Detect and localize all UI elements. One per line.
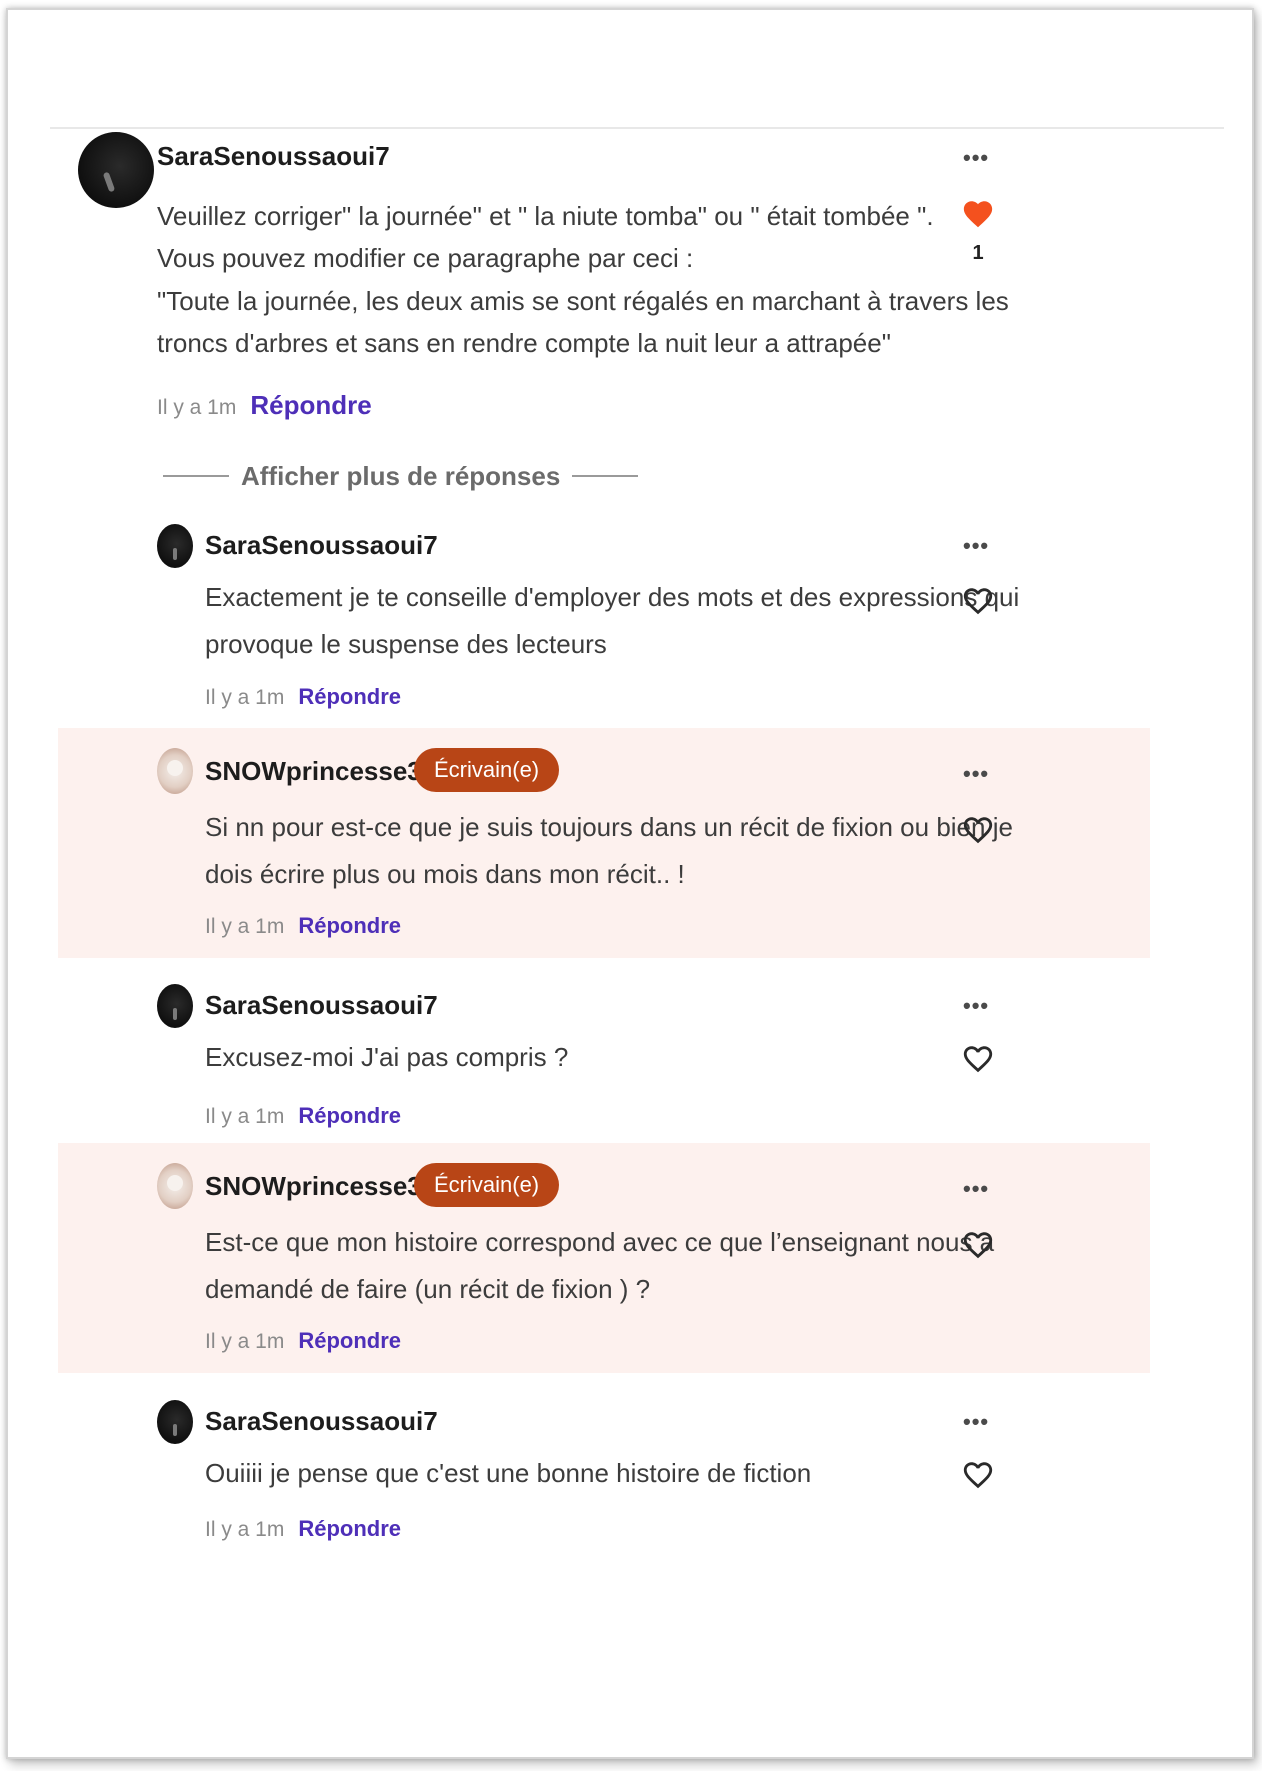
comment-meta: Il y a 1m Répondre <box>205 684 401 710</box>
heart-outline-icon[interactable] <box>961 1458 995 1492</box>
comment-meta: Il y a 1m Répondre <box>205 1328 401 1354</box>
comment-meta: Il y a 1m Répondre <box>157 390 372 421</box>
comment-username[interactable]: SaraSenoussaoui7 <box>205 990 438 1021</box>
reply-comment: SaraSenoussaoui7 ••• Ouiiii je pense que… <box>8 1376 1252 1556</box>
heart-outline-icon[interactable] <box>961 1228 995 1262</box>
like-count: 1 <box>972 242 984 264</box>
divider-line <box>572 475 639 477</box>
heart-outline-icon[interactable] <box>961 813 995 847</box>
comment-text-line: troncs d'arbres et sans en rendre compte… <box>157 328 891 358</box>
comment-username[interactable]: SaraSenoussaoui7 <box>157 141 390 172</box>
comment-text: Exactement je te conseille d'employer de… <box>205 582 1020 659</box>
show-more-replies[interactable]: Afficher plus de réponses <box>163 456 639 496</box>
reply-comment: SNOWprincesse360 Écrivain(e) ••• Si nn p… <box>58 728 1150 958</box>
reply-comment: SNOWprincesse360 Écrivain(e) ••• Est-ce … <box>58 1143 1150 1373</box>
writer-badge: Écrivain(e) <box>414 748 560 792</box>
more-options-icon[interactable]: ••• <box>963 1176 989 1202</box>
reply-button[interactable]: Répondre <box>298 1103 401 1128</box>
divider <box>50 127 1224 129</box>
comment-text-line: "Toute la journée, les deux amis se sont… <box>157 286 1009 316</box>
comment-text-line: Vous pouvez modifier ce paragraphe par c… <box>157 243 694 273</box>
timestamp: Il y a 1m <box>205 686 285 709</box>
comment-text: Ouiiii je pense que c'est une bonne hist… <box>205 1458 812 1488</box>
heart-filled-icon[interactable] <box>961 197 995 231</box>
more-options-icon[interactable]: ••• <box>963 993 989 1019</box>
more-options-icon[interactable]: ••• <box>963 533 989 559</box>
reply-button[interactable]: Répondre <box>298 684 401 709</box>
avatar[interactable] <box>78 132 154 208</box>
more-options-icon[interactable]: ••• <box>963 145 989 171</box>
divider-line <box>163 475 229 477</box>
comments-panel: SaraSenoussaoui7 ••• Veuillez corriger" … <box>6 8 1254 1759</box>
reply-button[interactable]: Répondre <box>298 1328 401 1353</box>
show-more-replies-button[interactable]: Afficher plus de réponses <box>229 461 572 492</box>
more-options-icon[interactable]: ••• <box>963 761 989 787</box>
heart-outline-icon[interactable] <box>961 1042 995 1076</box>
timestamp: Il y a 1m <box>157 396 237 419</box>
comment-text: Est-ce que mon histoire correspond avec … <box>205 1227 995 1304</box>
avatar[interactable] <box>157 524 193 568</box>
timestamp: Il y a 1m <box>205 1330 285 1353</box>
avatar[interactable] <box>157 748 193 794</box>
reply-button[interactable]: Répondre <box>298 1516 401 1541</box>
comment-username[interactable]: SaraSenoussaoui7 <box>205 530 438 561</box>
comment-text-line: Veuillez corriger" la journée" et " la n… <box>157 201 934 231</box>
reply-comment: SaraSenoussaoui7 ••• Excusez-moi J'ai pa… <box>8 960 1252 1140</box>
comment-meta: Il y a 1m Répondre <box>205 1103 401 1129</box>
avatar[interactable] <box>157 984 193 1028</box>
reply-comment: SaraSenoussaoui7 ••• Exactement je te co… <box>8 500 1252 722</box>
avatar[interactable] <box>157 1163 193 1209</box>
timestamp: Il y a 1m <box>205 915 285 938</box>
more-options-icon[interactable]: ••• <box>963 1409 989 1435</box>
heart-outline-icon[interactable] <box>961 584 995 618</box>
comment-meta: Il y a 1m Répondre <box>205 1516 401 1542</box>
timestamp: Il y a 1m <box>205 1105 285 1128</box>
reply-button[interactable]: Répondre <box>250 390 371 420</box>
reply-button[interactable]: Répondre <box>298 913 401 938</box>
writer-badge: Écrivain(e) <box>414 1163 560 1207</box>
timestamp: Il y a 1m <box>205 1518 285 1541</box>
comment-meta: Il y a 1m Répondre <box>205 913 401 939</box>
comment-text: Si nn pour est-ce que je suis toujours d… <box>205 812 1013 889</box>
comment-text: Excusez-moi J'ai pas compris ? <box>205 1042 569 1072</box>
avatar[interactable] <box>157 1400 193 1444</box>
comment-username[interactable]: SaraSenoussaoui7 <box>205 1406 438 1437</box>
